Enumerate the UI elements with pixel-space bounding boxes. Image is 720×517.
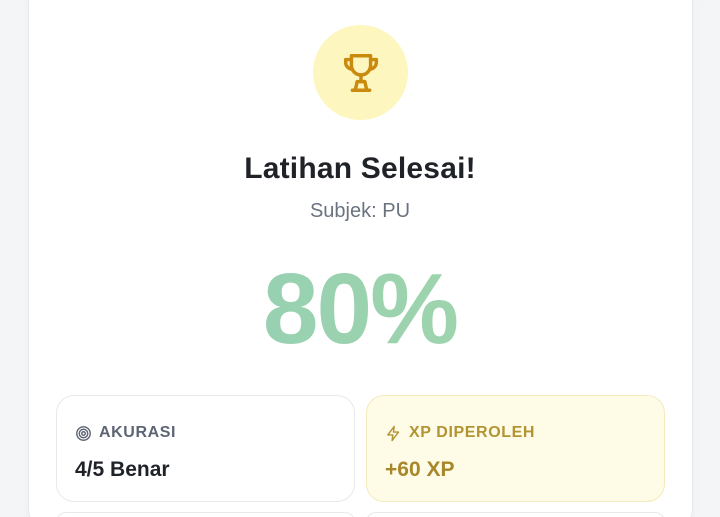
- xp-card: XP DIPEROLEH +60 XP: [366, 395, 665, 502]
- stat-card-partial: [56, 512, 355, 517]
- xp-label: XP DIPEROLEH: [409, 424, 536, 441]
- score-percentage: 80%: [0, 254, 720, 364]
- stat-card-partial: [366, 512, 665, 517]
- accuracy-value: 4/5 Benar: [75, 458, 170, 481]
- trophy-icon: [343, 53, 378, 92]
- xp-header: XP DIPEROLEH: [385, 424, 535, 442]
- lightning-icon: [387, 425, 400, 441]
- result-subject: Subjek: PU: [309, 200, 411, 222]
- xp-value: +60 XP: [385, 458, 455, 481]
- trophy-badge: [313, 25, 408, 120]
- target-icon: [76, 425, 91, 441]
- accuracy-header: AKURASI: [75, 424, 176, 442]
- accuracy-card: AKURASI 4/5 Benar: [56, 395, 355, 502]
- result-title: Latihan Selesai!: [244, 152, 476, 185]
- accuracy-label: AKURASI: [99, 424, 177, 441]
